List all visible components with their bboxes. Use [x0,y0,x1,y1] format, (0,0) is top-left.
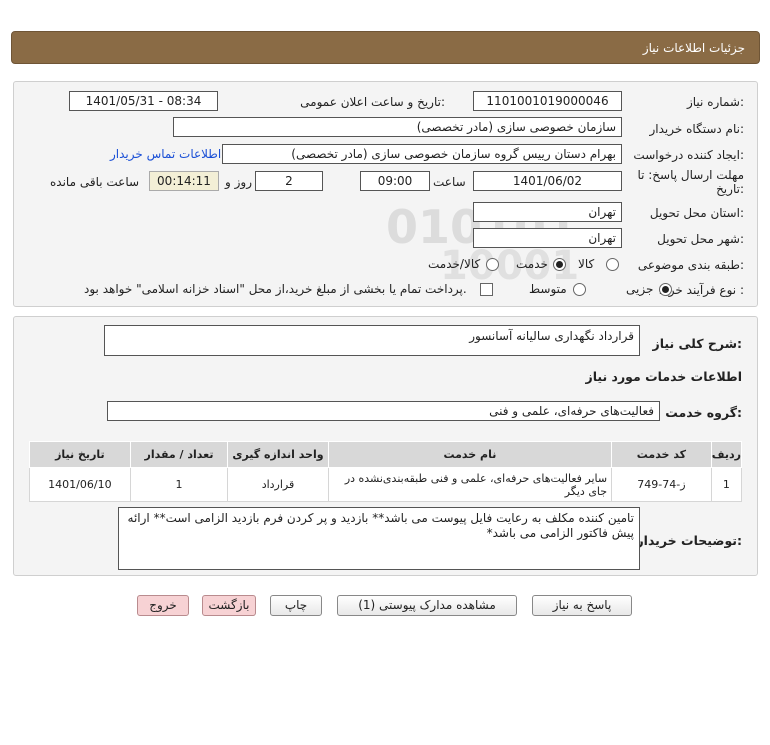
remaining-days-field: 2 [255,171,323,191]
print-button[interactable]: چاپ [270,595,322,616]
treasury-payment-checkbox[interactable] [480,283,493,296]
purchase-medium-radio[interactable] [573,283,586,296]
service-group-field: فعالیت‌های حرفه‌ای، علمی و فنی [107,401,660,421]
services-section-heading: اطلاعات خدمات مورد نیاز [585,369,743,384]
col-header-quantity: تعداد / مقدار [129,441,229,468]
buyer-notes-label: توضیحات خریدار: [636,533,742,548]
need-number-field: 1101001019000046 [473,91,622,111]
category-goods-service-label: کالا/خدمت [428,257,481,271]
announce-datetime-field: 1401/05/31 - 08:34 [69,91,218,111]
city-field: تهران [473,228,622,248]
buyer-org-label: نام دستگاه خریدار: [649,122,745,136]
remaining-time-field: 00:14:11 [149,171,219,191]
buyer-org-field: سازمان خصوصی سازی (مادر تخصصی) [173,117,622,137]
category-goods-label: کالا [578,257,595,271]
table-row: 1401/06/10 1 قرارداد سایر فعالیت‌های حرف… [29,467,743,502]
purchase-minor-radio[interactable] [659,283,672,296]
category-goods-service-radio[interactable] [486,258,499,271]
reply-button[interactable]: پاسخ به نیاز [532,595,632,616]
cell-date: 1401/06/10 [29,467,131,502]
category-service-radio[interactable] [553,258,566,271]
deadline-label-line2: تاریخ: [716,182,744,196]
buyer-notes-field: تامین کننده مکلف به رعایت فایل پیوست می … [118,507,640,570]
purchase-medium-label: متوسط [529,282,567,296]
col-header-row: ردیف [710,441,743,468]
back-button[interactable]: بازگشت [202,595,256,616]
cell-quantity: 1 [129,467,229,502]
remaining-days-label: روز و [225,175,252,189]
col-header-service-name: نام خدمت [327,441,613,468]
col-header-service-code: کد خدمت [611,441,712,468]
category-service-label: خدمت [516,257,548,271]
need-info-panel [13,81,758,307]
page-header-bar: جزئیات اطلاعات نیاز [11,31,760,64]
requester-field: بهرام دستان رییس گروه سازمان خصوصی سازی … [222,144,622,164]
col-header-unit: واحد اندازه گیری [227,441,329,468]
services-table: تاریخ نیاز تعداد / مقدار واحد اندازه گیر… [29,441,743,502]
col-header-date: تاریخ نیاز [29,441,131,468]
exit-button[interactable]: خروج [137,595,189,616]
summary-field: قرارداد نگهداری سالیانه آسانسور [104,325,640,356]
city-label: شهر محل تحویل: [657,232,744,246]
cell-service-name: سایر فعالیت‌های حرفه‌ای، علمی و فنی طبقه… [327,467,613,502]
deadline-time-field: 09:00 [360,171,430,191]
view-attachments-button[interactable]: مشاهده مدارک پیوستی (1) [337,595,517,616]
cell-row: 1 [710,467,743,502]
remaining-time-label: ساعت باقی مانده [50,175,140,189]
category-goods-radio[interactable] [606,258,619,271]
category-label: طبقه بندی موضوعی: [637,258,744,272]
announce-datetime-label: تاریخ و ساعت اعلان عمومی: [300,95,445,109]
cell-unit: قرارداد [227,467,329,502]
need-number-label: شماره نیاز: [686,95,744,109]
purchase-minor-label: جزیی [626,282,654,296]
service-group-label: گروه خدمت: [665,405,742,420]
province-label: استان محل تحویل: [649,206,744,220]
requester-label: ایجاد کننده درخواست: [633,148,744,162]
province-field: تهران [473,202,622,222]
deadline-date-field: 1401/06/02 [473,171,622,191]
treasury-payment-note: پرداخت تمام یا بخشی از مبلغ خرید،از محل … [84,282,467,296]
summary-label: شرح کلی نیاز: [652,336,743,351]
cell-service-code: ز-74-749 [611,467,712,502]
page-title: جزئیات اطلاعات نیاز [642,41,745,55]
buyer-contact-link[interactable]: اطلاعات تماس خریدار [110,147,221,161]
deadline-time-label: ساعت [433,175,466,189]
deadline-label-line1: مهلت ارسال پاسخ: تا [637,168,744,182]
